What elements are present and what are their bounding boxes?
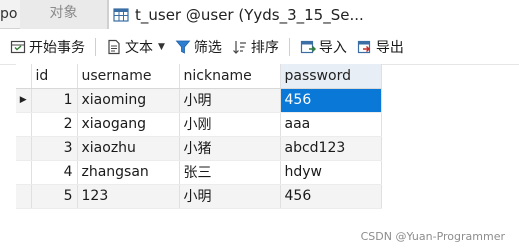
cell-nickname[interactable]: 小刚 [179, 112, 281, 137]
table-row[interactable]: 3 xiaozhu 小猪 abcd123 [16, 136, 382, 161]
tab-objects[interactable]: 对象 [20, 0, 108, 29]
cell-password[interactable]: hdyw [280, 160, 382, 185]
text-label: 文本 [125, 40, 153, 56]
toolbar-separator [288, 38, 290, 56]
row-indicator [16, 112, 32, 137]
tab-bar: po 对象 t_user @user (Yyds_3_15_Se... [0, 0, 519, 29]
cell-password-selected[interactable]: 456 [280, 88, 382, 113]
cell-nickname[interactable]: 小明 [179, 88, 281, 113]
partial-tab-label: po [0, 6, 18, 22]
cell-username[interactable]: xiaoming [77, 88, 180, 113]
import-button[interactable]: 导入 [297, 34, 350, 60]
table-row[interactable]: 4 zhangsan 张三 hdyw [16, 160, 382, 185]
table-row[interactable]: 2 xiaogang 小刚 aaa [16, 112, 382, 137]
column-header-username[interactable]: username [77, 64, 180, 89]
sort-label: 排序 [250, 40, 279, 56]
cell-username[interactable]: xiaozhu [77, 136, 180, 161]
cell-id[interactable]: 4 [31, 160, 78, 185]
cell-nickname[interactable]: 小猪 [179, 136, 281, 161]
cell-password[interactable]: abcd123 [280, 136, 382, 161]
chevron-down-icon: ▼ [158, 42, 165, 52]
cell-password[interactable]: 456 [280, 184, 382, 209]
begin-transaction-button[interactable]: 开始事务 [7, 34, 88, 60]
toolbar: 开始事务 文本 ▼ 筛选 排序 导入 导出 [0, 30, 519, 65]
sort-button[interactable]: 排序 [229, 34, 282, 60]
column-header-nickname[interactable]: nickname [179, 64, 281, 89]
data-grid[interactable]: id username nickname password ▶ 1 xiaomi… [16, 64, 382, 209]
tab-title: t_user @user (Yyds_3_15_Se... [135, 5, 364, 24]
watermark: CSDN @Yuan-Programmer [360, 230, 505, 243]
cell-id[interactable]: 1 [31, 88, 78, 113]
cell-id[interactable]: 2 [31, 112, 78, 137]
header-row: id username nickname password [16, 64, 382, 89]
row-indicator-header [16, 64, 32, 89]
cell-nickname[interactable]: 张三 [179, 160, 281, 185]
filter-label: 筛选 [193, 40, 222, 56]
table-icon [113, 7, 129, 22]
import-label: 导入 [318, 40, 347, 56]
begin-transaction-label: 开始事务 [29, 40, 85, 56]
current-row-indicator-icon: ▶ [16, 88, 32, 113]
filter-icon [175, 40, 191, 54]
result-table: id username nickname password ▶ 1 xiaomi… [16, 64, 382, 209]
cell-password[interactable]: aaa [280, 112, 382, 137]
table-row[interactable]: ▶ 1 xiaoming 小明 456 [16, 88, 382, 113]
row-indicator [16, 184, 32, 209]
toolbar-separator [95, 38, 96, 56]
filter-button[interactable]: 筛选 [172, 34, 225, 60]
document-icon [108, 39, 120, 55]
cell-username[interactable]: 123 [77, 184, 180, 209]
sort-icon [232, 41, 246, 54]
table-row[interactable]: 5 123 小明 456 [16, 184, 382, 209]
row-indicator [16, 160, 32, 185]
cell-username[interactable]: zhangsan [77, 160, 180, 185]
transaction-icon [10, 40, 26, 54]
column-header-password[interactable]: password [280, 64, 382, 89]
export-icon [357, 40, 371, 54]
export-button[interactable]: 导出 [354, 34, 407, 60]
export-label: 导出 [375, 40, 404, 56]
cell-username[interactable]: xiaogang [77, 112, 180, 137]
text-button[interactable]: 文本 ▼ [103, 34, 168, 60]
row-indicator [16, 136, 32, 161]
cell-id[interactable]: 5 [31, 184, 78, 209]
import-icon [300, 40, 316, 54]
tab-table-t-user[interactable]: t_user @user (Yyds_3_15_Se... [108, 0, 519, 29]
cell-nickname[interactable]: 小明 [179, 184, 281, 209]
column-header-id[interactable]: id [31, 64, 78, 89]
cell-id[interactable]: 3 [31, 136, 78, 161]
